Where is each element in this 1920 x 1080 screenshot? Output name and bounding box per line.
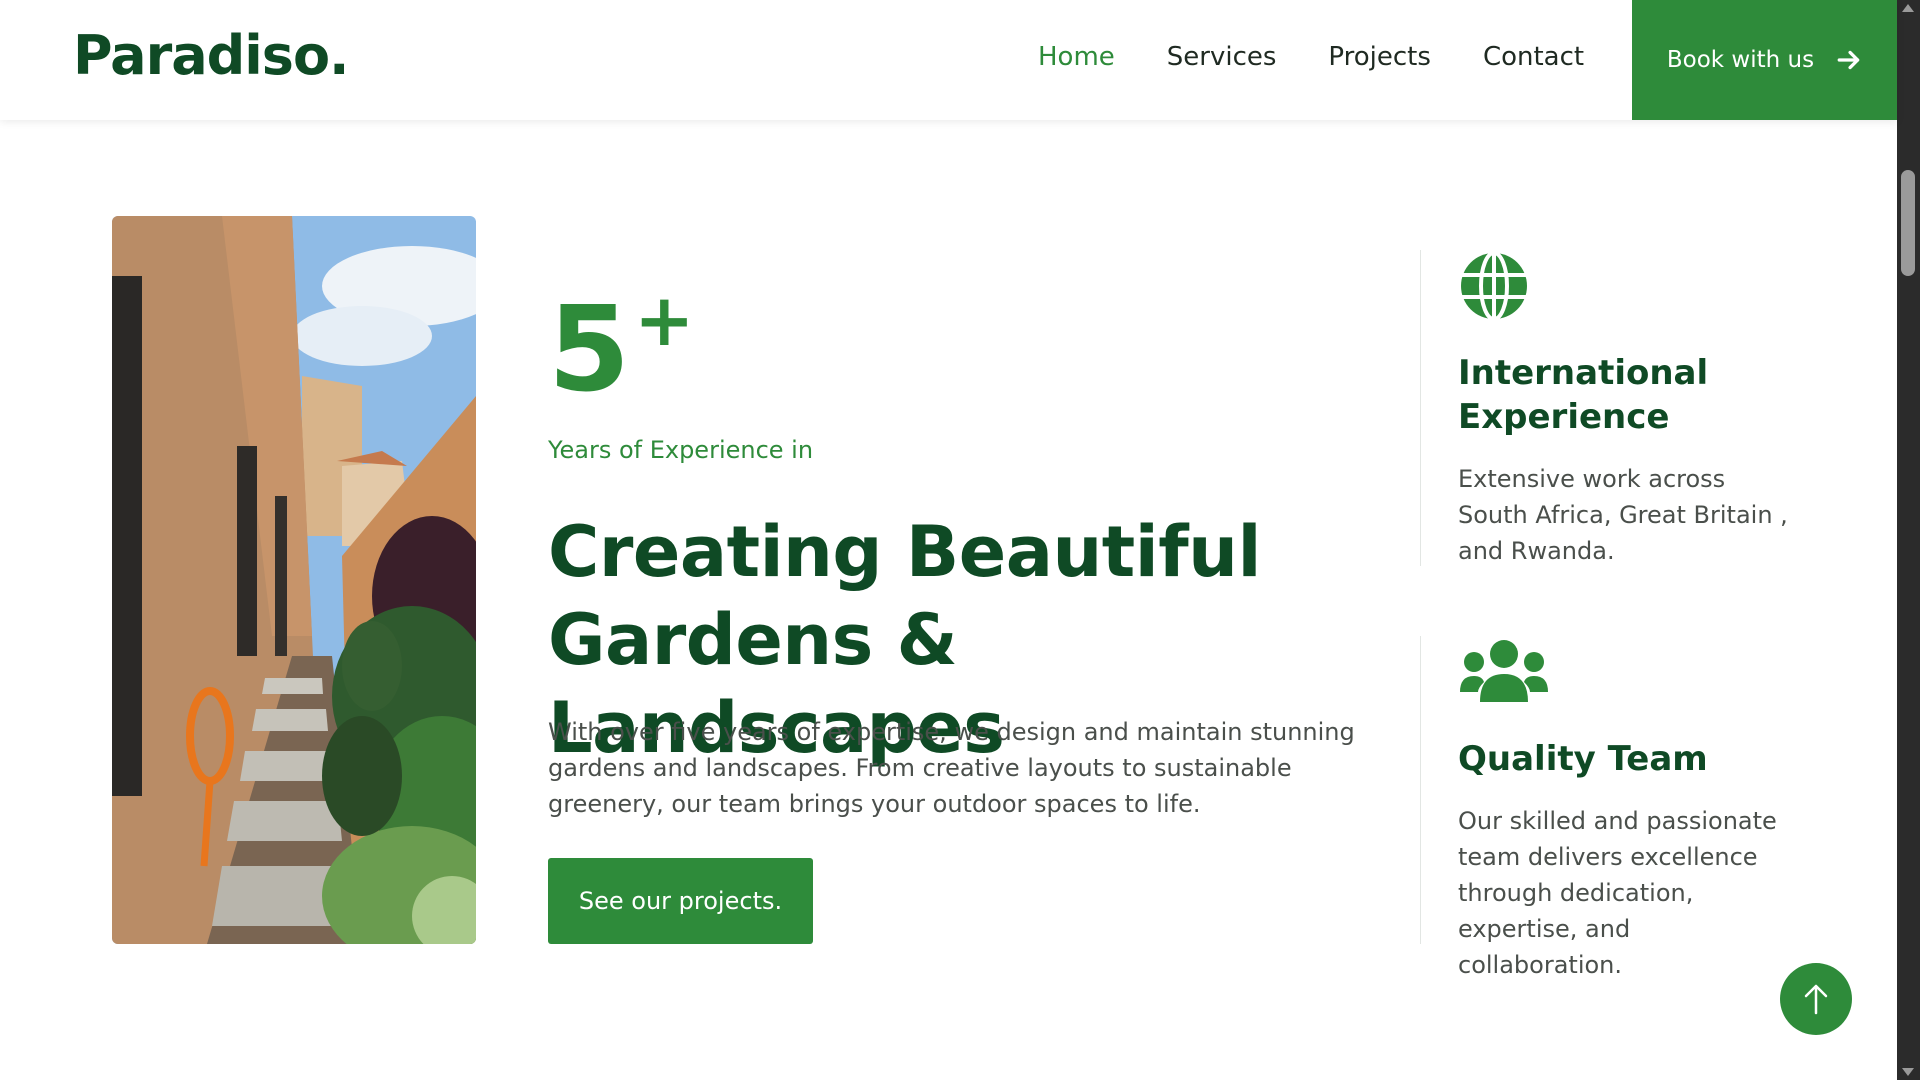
scroll-thumb[interactable] [1901, 170, 1915, 276]
years-plus: + [634, 278, 695, 362]
back-to-top-button[interactable] [1780, 963, 1852, 1035]
site-logo[interactable]: Paradiso. [73, 24, 350, 87]
scroll-down-arrow[interactable] [1902, 1068, 1914, 1076]
feature-title-line-2: Experience [1458, 397, 1670, 437]
feature-international: International Experience Extensive work … [1420, 250, 1840, 566]
years-value: 5 [548, 280, 631, 418]
feature-quality-team: Quality Team Our skilled and passionate … [1420, 636, 1840, 979]
nav-projects[interactable]: Projects [1328, 42, 1431, 72]
globe-icon [1461, 251, 1527, 321]
feature-text: Extensive work across South Africa, Grea… [1458, 465, 1788, 565]
nav-home[interactable]: Home [1038, 42, 1115, 72]
site-header: Paradiso. Home Services Projects Contact… [0, 0, 1897, 120]
scroll-up-arrow[interactable] [1902, 4, 1914, 12]
book-button-label: Book with us [1666, 47, 1815, 73]
book-with-us-button[interactable]: Book with us [1632, 0, 1897, 120]
nav-contact[interactable]: Contact [1483, 42, 1584, 72]
nav-services[interactable]: Services [1167, 42, 1277, 72]
feature-text: Our skilled and passionate team delivers… [1458, 807, 1777, 979]
garden-path-photo [112, 216, 476, 944]
arrow-up-icon [1804, 984, 1828, 1015]
page-scrollbar[interactable] [1897, 0, 1920, 1080]
team-icon [1460, 640, 1548, 702]
headline-line-1: Creating Beautiful [548, 511, 1262, 593]
years-subtitle: Years of Experience in [548, 436, 814, 464]
hero-description: With over five years of expertise, we de… [548, 718, 1355, 818]
feature-title-line-1: International [1458, 353, 1709, 393]
feature-title: International Experience [1458, 351, 1840, 439]
see-projects-button[interactable]: See our projects. [548, 858, 813, 944]
arrow-right-icon [1837, 50, 1860, 70]
feature-title: Quality Team [1458, 739, 1708, 779]
main-nav: Home Services Projects Contact [1038, 42, 1584, 72]
years-number: 5+ [548, 284, 694, 408]
